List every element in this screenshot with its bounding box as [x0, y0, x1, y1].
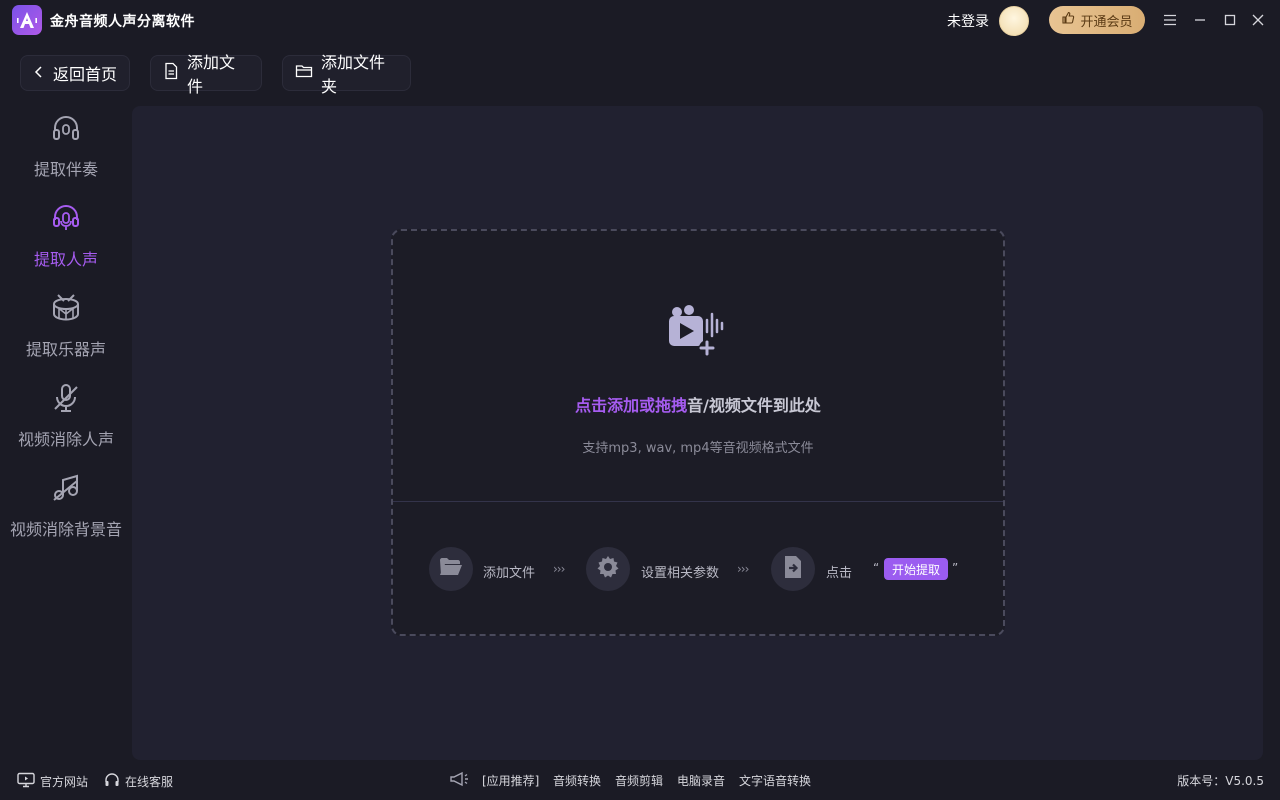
drop-zone-subtitle: 支持mp3, wav, mp4等音视频格式文件 [582, 441, 814, 456]
footer-link-audio-edit[interactable]: 音频剪辑 [615, 772, 663, 789]
sidebar-item-label: 提取人声 [33, 250, 98, 269]
headphones-icon [50, 112, 82, 148]
monitor-icon [17, 772, 35, 791]
thumbs-up-icon [1061, 11, 1075, 29]
footer-link-pc-record[interactable]: 电脑录音 [677, 772, 725, 789]
step-3-circle [771, 547, 815, 591]
sidebar-item-label: 视频消除背景音 [9, 520, 122, 539]
megaphone-icon [449, 771, 469, 791]
add-folder-label: 添加文件夹 [321, 53, 386, 96]
headset-icon [104, 772, 120, 791]
sidebar-item-label: 视频消除人声 [17, 430, 114, 449]
vip-button[interactable]: 开通会员 [1049, 6, 1145, 34]
folder-open-icon [439, 557, 463, 581]
step-1-circle [429, 547, 473, 591]
gear-icon [596, 555, 620, 583]
chevron-left-icon [33, 64, 45, 83]
menu-icon[interactable] [1160, 10, 1180, 30]
sidebar-item-label: 提取伴奏 [33, 160, 98, 179]
login-status[interactable]: 未登录 [947, 11, 989, 31]
folder-icon [295, 63, 313, 83]
step-1-label: 添加文件 [483, 566, 536, 581]
sidebar-item-video-remove-vocals[interactable]: 视频消除人声 [0, 382, 132, 450]
sidebar-item-label: 提取乐器声 [25, 340, 106, 359]
drum-icon [50, 292, 82, 328]
step-2-circle [586, 547, 630, 591]
add-file-button[interactable]: 添加文件 [150, 53, 262, 96]
back-home-label: 返回首页 [53, 65, 118, 84]
music-off-icon [50, 472, 82, 508]
close-icon[interactable] [1248, 10, 1268, 30]
file-icon [163, 62, 179, 84]
add-file-label: 添加文件 [187, 53, 236, 96]
app-logo-icon [12, 5, 42, 35]
file-export-icon [783, 555, 803, 583]
title-bar: 金舟音频人声分离软件 未登录 开通会员 [0, 0, 1280, 40]
sidebar-item-instruments[interactable]: 提取乐器声 [0, 292, 132, 360]
step-arrow-1: ››› [553, 562, 565, 576]
version-label: 版本号：V5.0.5 [1177, 774, 1264, 788]
drop-zone[interactable]: 点击添加或拖拽音/视频文件到此处 支持mp3, wav, mp4等音视频格式文件… [391, 229, 1005, 636]
official-site-label: 官方网站 [40, 775, 89, 789]
back-home-button[interactable]: 返回首页 [20, 55, 130, 91]
app-window: 金舟音频人声分离软件 未登录 开通会员 返回首页 添加文件 添加文件夹 提取伴奏… [0, 0, 1280, 800]
step-2-label: 设置相关参数 [641, 566, 720, 581]
online-service-label: 在线客服 [125, 775, 174, 789]
vip-label: 开通会员 [1080, 14, 1133, 30]
minimize-icon[interactable] [1190, 10, 1210, 30]
drop-zone-title: 点击添加或拖拽音/视频文件到此处 [393, 392, 1003, 416]
quote-close: ” [952, 561, 959, 575]
avatar[interactable] [999, 6, 1029, 36]
step-3-label: 点击 [826, 566, 853, 581]
add-folder-button[interactable]: 添加文件夹 [282, 53, 411, 96]
maximize-icon[interactable] [1220, 10, 1240, 30]
app-title: 金舟音频人声分离软件 [50, 14, 195, 30]
official-site-link[interactable]: 官方网站 [17, 772, 88, 791]
sidebar-item-video-remove-bgm[interactable]: 视频消除背景音 [0, 472, 132, 540]
sidebar-item-accompaniment[interactable]: 提取伴奏 [0, 112, 132, 180]
recommend-label: [应用推荐] [482, 774, 540, 788]
quote-open: “ [873, 561, 880, 575]
drop-zone-title-highlight[interactable]: 点击添加或拖拽 [575, 396, 687, 415]
divider [393, 501, 1003, 502]
video-audio-add-icon [667, 304, 731, 362]
step-arrow-2: ››› [737, 562, 749, 576]
mic-off-icon [50, 382, 82, 418]
drop-zone-title-rest: 音/视频文件到此处 [687, 396, 821, 415]
sidebar-item-vocals[interactable]: 提取人声 [0, 202, 132, 270]
start-extract-badge: 开始提取 [884, 558, 949, 580]
footer-link-text-to-speech[interactable]: 文字语音转换 [739, 772, 811, 789]
footer-link-audio-convert[interactable]: 音频转换 [553, 772, 601, 789]
headset-mic-icon [50, 202, 82, 238]
online-service-link[interactable]: 在线客服 [104, 772, 173, 791]
